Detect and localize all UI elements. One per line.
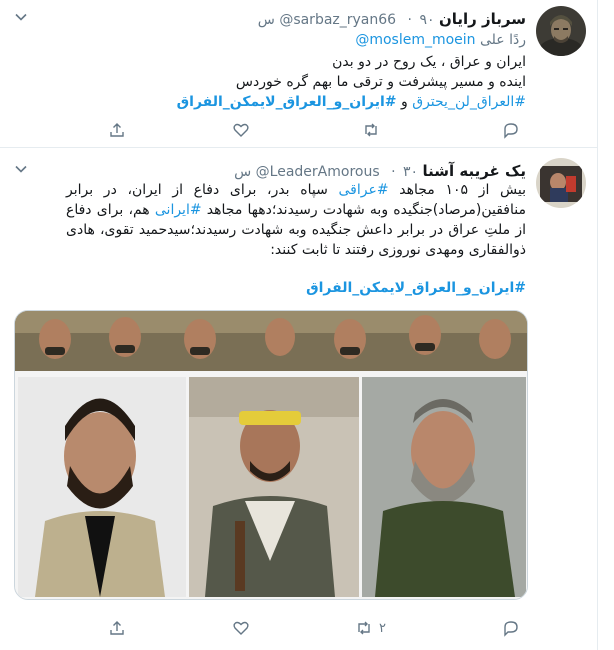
joiner-text: و (400, 94, 408, 110)
avatar[interactable] (536, 158, 586, 208)
hashtag-link[interactable]: #عراقی (339, 182, 389, 198)
retweet-icon (365, 123, 377, 137)
tweet-line: ایران و عراق ، یک روح در دو بدن (332, 54, 526, 70)
like-icon (233, 621, 249, 635)
tweet-header: یک غریبه آشنا @LeaderAmorous · ۳۰ س (234, 162, 526, 181)
tweet-line: اینده و مسیر پیشرفت و ترقی ما بهم گره خو… (235, 74, 526, 90)
user-handle[interactable]: @LeaderAmorous (256, 164, 380, 180)
like-icon (233, 123, 249, 137)
tweet-actions (106, 120, 526, 140)
timeline: سرباز رایان @sarbaz_ryan66 · ۹۰ س ردًا ع… (0, 0, 598, 650)
reply-button[interactable] (502, 618, 526, 638)
hashtag-link[interactable]: #ایرانی (155, 202, 202, 218)
retweet-button[interactable]: ۲ (355, 618, 386, 638)
reply-icon (504, 123, 518, 139)
reply-icon (504, 621, 518, 637)
separator-dot: · (391, 164, 396, 180)
photo-collage (15, 311, 527, 599)
avatar[interactable] (536, 6, 586, 56)
replying-to: ردًا على @moslem_moein (355, 32, 526, 48)
share-icon (110, 621, 124, 635)
display-name[interactable]: سرباز رایان (439, 10, 526, 28)
retweet-icon (358, 621, 370, 635)
separator-dot: · (407, 12, 412, 28)
share-button[interactable] (108, 120, 126, 140)
hashtag-link[interactable]: #ایران_و_العراق_لایمکن_الفراق (177, 94, 397, 110)
tweet-1[interactable]: سرباز رایان @sarbaz_ryan66 · ۹۰ س ردًا ع… (0, 0, 598, 148)
hashtag-line: #العراق_لن_يحترق و #ایران_و_العراق_لایمک… (56, 92, 526, 112)
hashtag-link[interactable]: #ایران_و_العراق_لایمکن_الفراق (306, 280, 526, 296)
tweet-2[interactable]: یک غریبه آشنا @LeaderAmorous · ۳۰ س بیش … (0, 148, 598, 650)
chevron-down-icon[interactable] (14, 10, 28, 24)
tweet-photo[interactable] (14, 310, 528, 600)
share-icon (110, 123, 124, 137)
like-button[interactable] (232, 618, 256, 638)
user-handle[interactable]: @sarbaz_ryan66 (279, 12, 396, 28)
tweet-text: بیش از ۱۰۵ مجاهد #عراقی سپاه بدر، برای د… (66, 180, 526, 260)
share-button[interactable] (108, 618, 126, 638)
tweet-text: ایران و عراق ، یک روح در دو بدن اینده و … (56, 52, 526, 112)
replying-mention[interactable]: @moslem_moein (355, 32, 475, 48)
retweet-button[interactable] (362, 120, 386, 140)
display-name[interactable]: یک غریبه آشنا (422, 162, 526, 180)
chevron-down-icon[interactable] (14, 162, 28, 176)
replying-prefix: ردًا على (480, 32, 526, 48)
retweet-count: ۲ (379, 620, 386, 636)
reply-button[interactable] (502, 120, 526, 140)
hashtag-link[interactable]: #العراق_لن_يحترق (412, 94, 526, 110)
like-button[interactable] (232, 120, 256, 140)
tweet-actions: ۲ (106, 618, 526, 638)
tweet-header: سرباز رایان @sarbaz_ryan66 · ۹۰ س (258, 10, 526, 29)
tweet-text-part: بیش از ۱۰۵ مجاهد (388, 182, 526, 198)
